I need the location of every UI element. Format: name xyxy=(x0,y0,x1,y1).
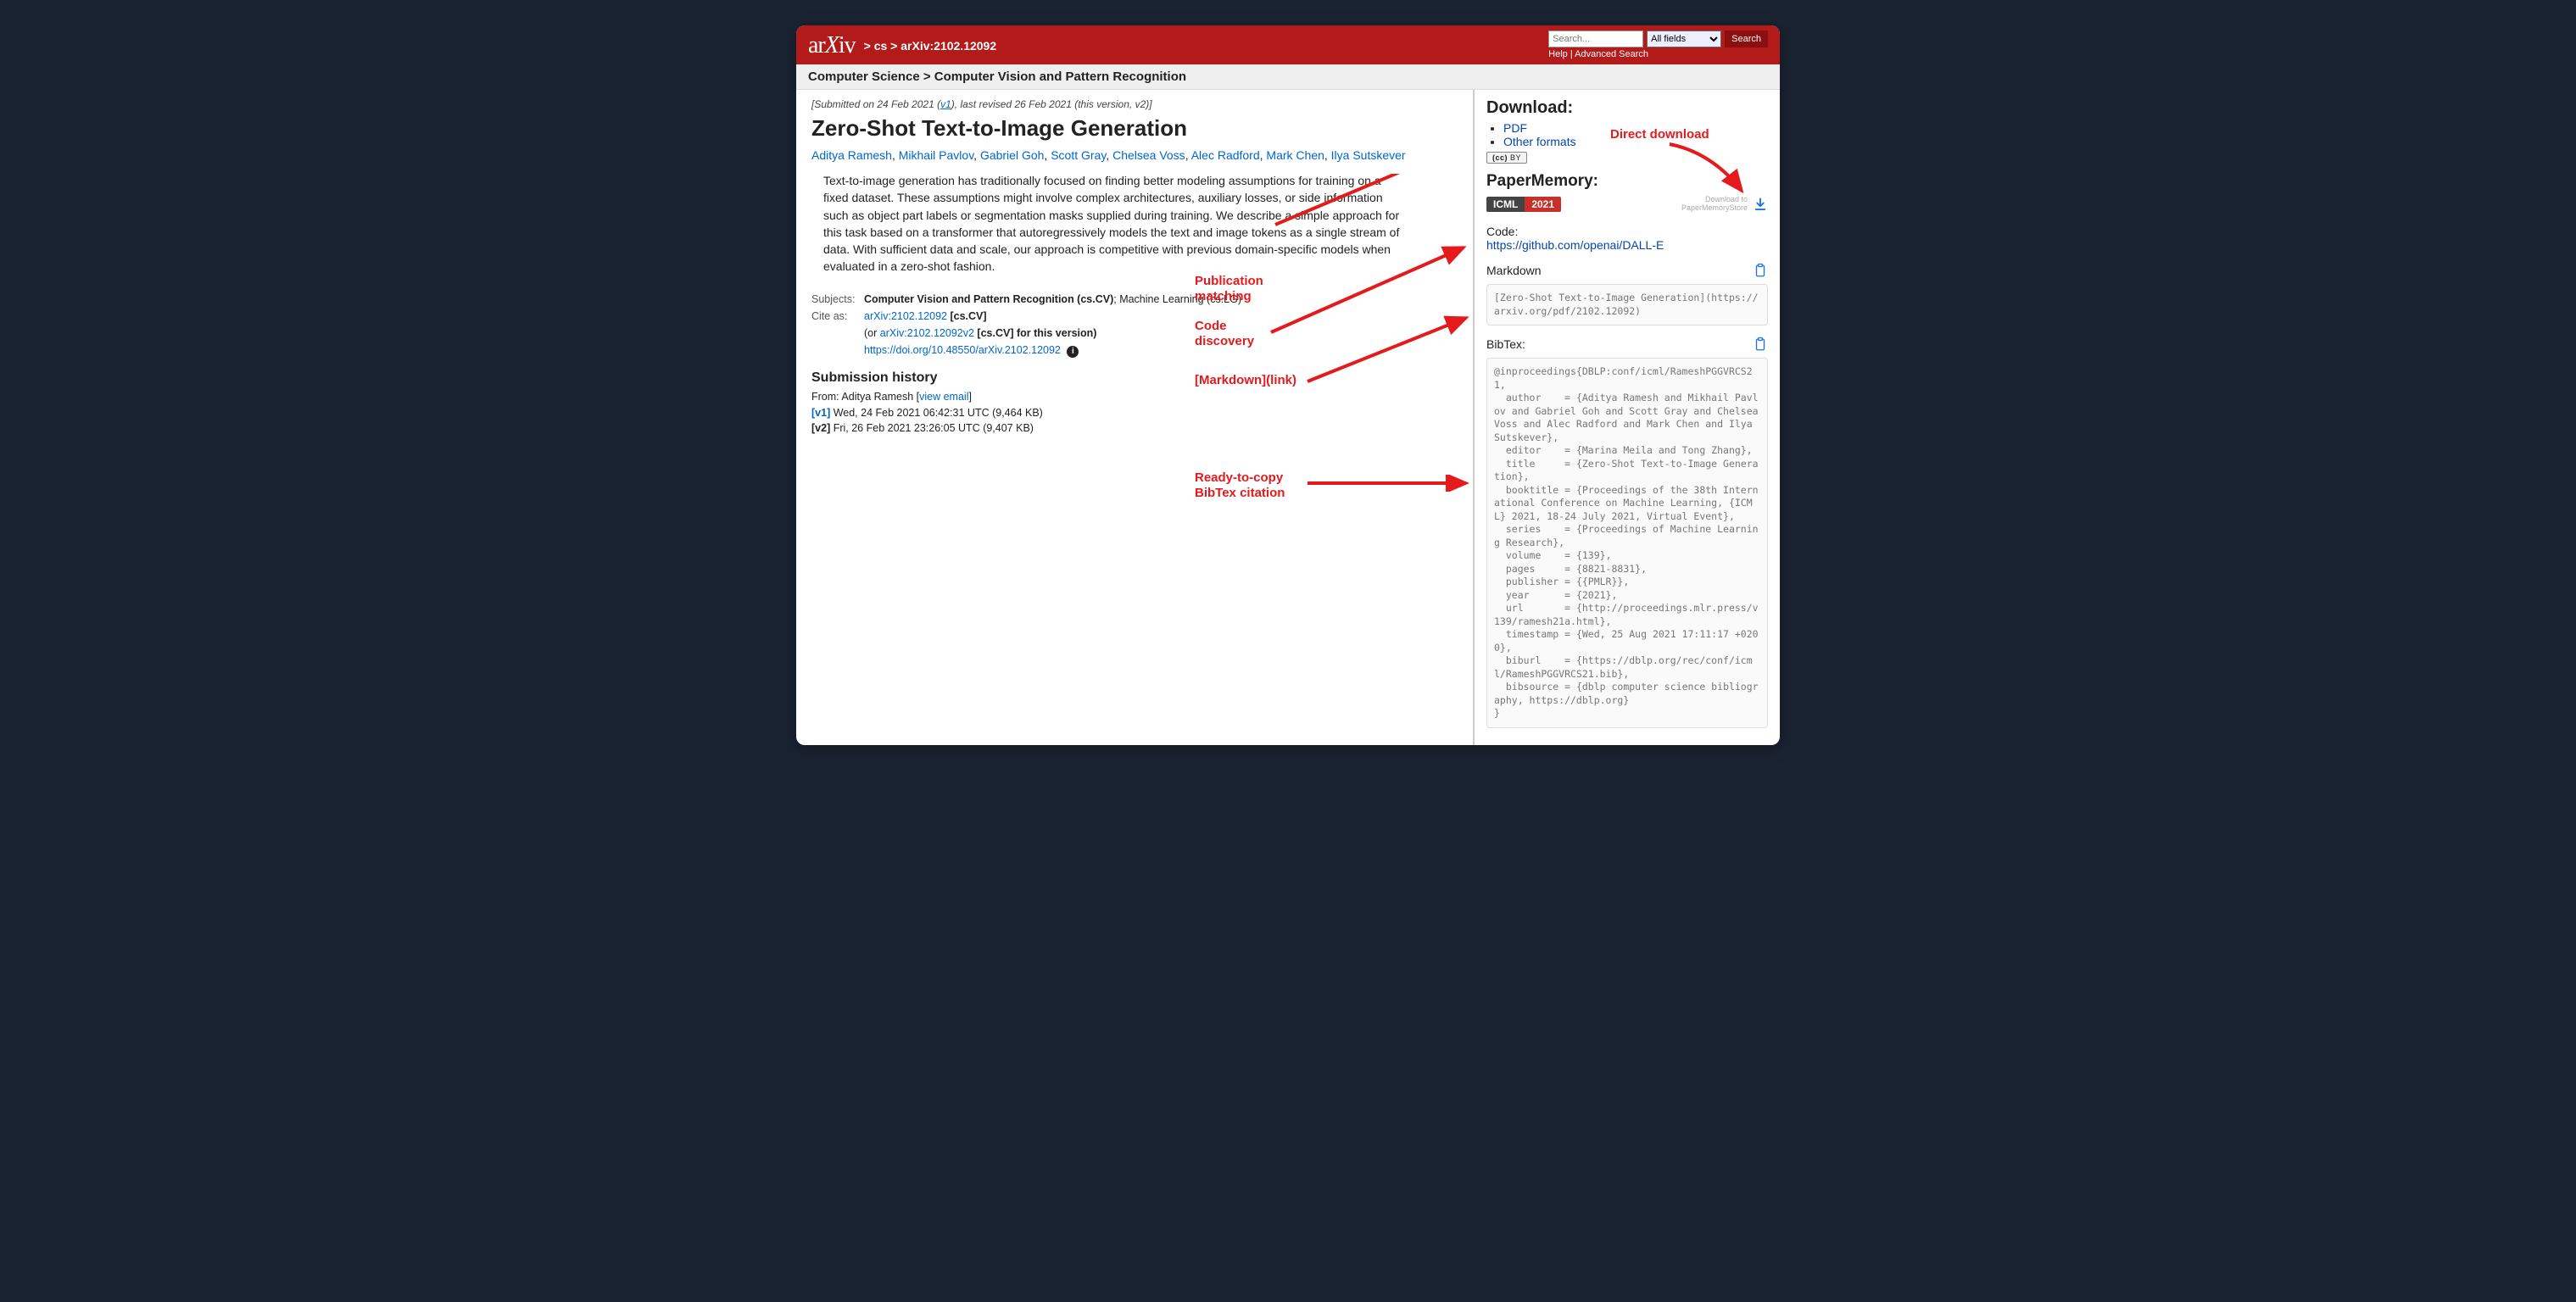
info-icon[interactable]: i xyxy=(1067,346,1079,358)
bibtex-box[interactable]: @inproceedings{DBLP:conf/icml/RameshPGGV… xyxy=(1486,358,1768,728)
author-link[interactable]: Chelsea Voss xyxy=(1112,148,1185,162)
top-bar: arXiv > cs > arXiv:2102.12092 All fields… xyxy=(796,25,1780,64)
subjects-primary: Computer Vision and Pattern Recognition … xyxy=(864,293,1113,305)
author-link[interactable]: Aditya Ramesh xyxy=(811,148,892,162)
subjects-label: Subjects: xyxy=(811,291,857,308)
search-cluster: All fields Search Help | Advanced Search xyxy=(1548,31,1768,59)
author-link[interactable]: Ilya Sutskever xyxy=(1331,148,1406,162)
download-to-label: Download to PaperMemoryStore xyxy=(1681,196,1748,213)
help-link[interactable]: Help xyxy=(1548,49,1568,59)
author-link[interactable]: Mark Chen xyxy=(1266,148,1324,162)
citeas-v2-link[interactable]: arXiv:2102.12092v2 xyxy=(880,327,974,339)
sidebar: Download: PDF Other formats (cc) CC BYBY… xyxy=(1475,90,1780,745)
clipboard-icon[interactable] xyxy=(1753,262,1768,279)
abstract: Text-to-image generation has traditional… xyxy=(811,172,1405,287)
v1-history-link[interactable]: [v1] xyxy=(811,407,830,419)
download-icon[interactable] xyxy=(1753,196,1768,213)
search-field-select[interactable]: All fields xyxy=(1647,31,1721,47)
breadcrumb: > cs > arXiv:2102.12092 xyxy=(864,39,996,53)
download-other-link[interactable]: Other formats xyxy=(1503,135,1576,148)
author-link[interactable]: Mikhail Pavlov xyxy=(899,148,973,162)
papermemory-heading: PaperMemory: xyxy=(1486,172,1768,191)
search-button[interactable]: Search xyxy=(1725,31,1768,47)
search-input[interactable] xyxy=(1548,31,1643,47)
advanced-search-link[interactable]: Advanced Search xyxy=(1575,49,1648,59)
authors-line: Aditya Ramesh, Mikhail Pavlov, Gabriel G… xyxy=(811,148,1458,162)
submission-history: From: Aditya Ramesh [view email] [v1] We… xyxy=(811,389,1458,437)
arxiv-page: arXiv > cs > arXiv:2102.12092 All fields… xyxy=(796,25,1780,745)
citeas-link[interactable]: arXiv:2102.12092 xyxy=(864,310,947,322)
view-email-link[interactable]: view email xyxy=(919,391,968,403)
meta-table: Subjects: Computer Vision and Pattern Re… xyxy=(811,291,1458,359)
bibtex-heading: BibTex: xyxy=(1486,337,1525,351)
main-column: [Submitted on 24 Feb 2021 (v1), last rev… xyxy=(796,90,1475,745)
venue-badge: ICML 2021 xyxy=(1486,197,1561,212)
subjects-secondary: ; Machine Learning (cs.LG) xyxy=(1113,293,1241,305)
author-link[interactable]: Gabriel Goh xyxy=(980,148,1044,162)
markdown-box[interactable]: [Zero-Shot Text-to-Image Generation](htt… xyxy=(1486,284,1768,326)
clipboard-icon[interactable] xyxy=(1753,336,1768,353)
v1-link[interactable]: v1 xyxy=(940,98,951,110)
markdown-heading: Markdown xyxy=(1486,264,1542,277)
v2-history-label: [v2] xyxy=(811,422,830,434)
arxiv-logo[interactable]: arXiv xyxy=(808,32,856,59)
code-repo-link[interactable]: https://github.com/openai/DALL-E xyxy=(1486,238,1664,252)
download-pdf-link[interactable]: PDF xyxy=(1503,121,1527,135)
code-heading: Code: xyxy=(1486,225,1518,238)
author-link[interactable]: Scott Gray xyxy=(1051,148,1106,162)
doi-link[interactable]: https://doi.org/10.48550/arXiv.2102.1209… xyxy=(864,344,1061,356)
subject-header: Computer Science > Computer Vision and P… xyxy=(796,64,1780,90)
citeas-label: Cite as: xyxy=(811,308,857,325)
submitted-line: [Submitted on 24 Feb 2021 (v1), last rev… xyxy=(811,98,1458,110)
download-heading: Download: xyxy=(1486,98,1768,118)
submission-history-heading: Submission history xyxy=(811,370,1458,386)
author-link[interactable]: Alec Radford xyxy=(1191,148,1260,162)
paper-title: Zero-Shot Text-to-Image Generation xyxy=(811,115,1458,142)
cc-license-badge[interactable]: (cc) CC BYBY xyxy=(1486,152,1527,164)
